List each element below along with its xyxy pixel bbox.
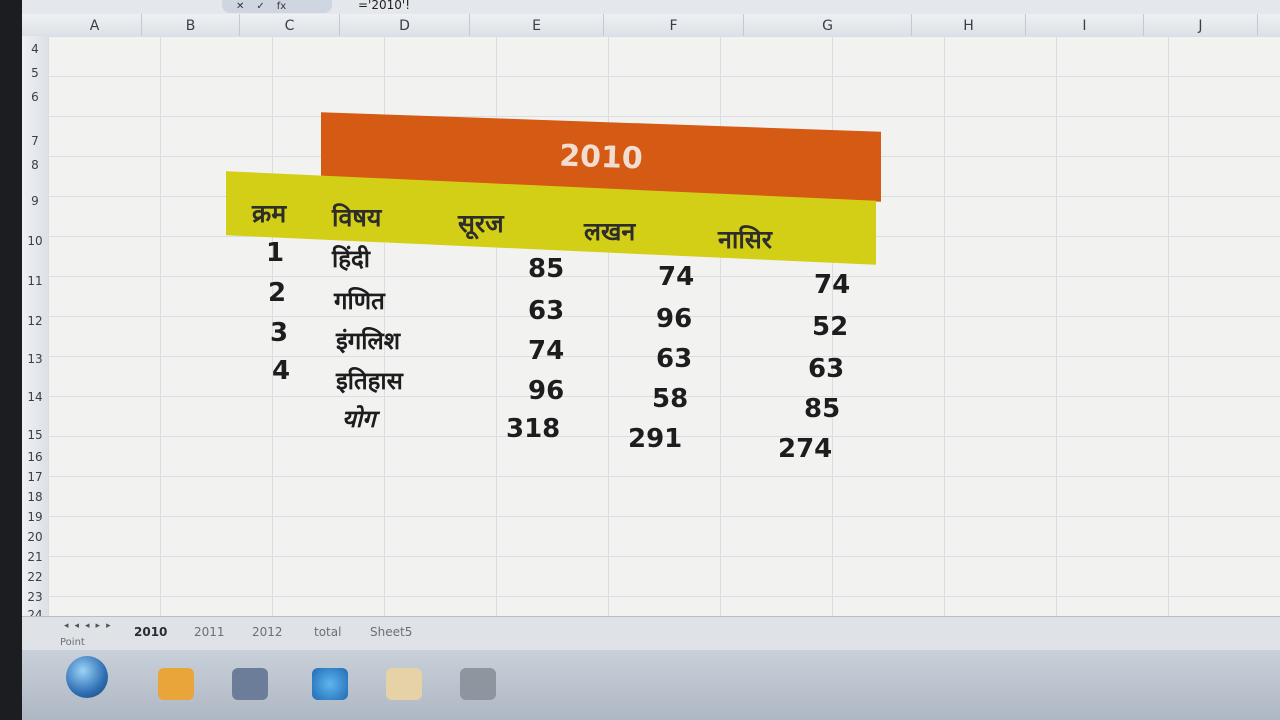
score-cell[interactable]: 85 <box>804 394 840 424</box>
serial-cell[interactable]: 2 <box>268 278 286 308</box>
row-header-14[interactable]: 14 <box>22 390 48 404</box>
score-cell[interactable]: 63 <box>528 296 564 326</box>
row-header-18[interactable]: 18 <box>22 490 48 504</box>
total-cell[interactable]: 318 <box>506 414 560 444</box>
row-header-11[interactable]: 11 <box>22 274 48 288</box>
score-cell[interactable]: 58 <box>652 384 688 414</box>
windows-taskbar <box>22 650 1280 720</box>
subject-cell[interactable]: इतिहास <box>336 364 403 397</box>
status-text: Point <box>60 637 85 648</box>
media-player-icon[interactable] <box>158 668 194 700</box>
row-header-10[interactable]: 10 <box>22 234 48 248</box>
score-cell[interactable]: 63 <box>808 354 844 384</box>
header-subject[interactable]: विषय <box>332 200 381 234</box>
subject-cell[interactable]: हिंदी <box>332 242 370 275</box>
formula-input[interactable]: ='2010'! <box>358 0 410 12</box>
formula-bar: ✕ ✓ fx ='2010'! <box>22 0 1280 15</box>
internet-explorer-icon[interactable] <box>312 668 348 700</box>
serial-cell[interactable]: 4 <box>272 356 290 386</box>
tab-sheet5[interactable]: Sheet5 <box>370 625 412 639</box>
folder-icon[interactable] <box>386 668 422 700</box>
row-header-5[interactable]: 5 <box>22 66 48 80</box>
row-header-4[interactable]: 4 <box>22 42 48 56</box>
column-header-d[interactable]: D <box>340 14 470 36</box>
total-cell[interactable]: 274 <box>778 434 832 464</box>
cancel-icon[interactable]: ✕ <box>236 1 244 12</box>
total-cell[interactable]: 291 <box>628 424 682 454</box>
row-header-16[interactable]: 16 <box>22 450 48 464</box>
row-header-13[interactable]: 13 <box>22 352 48 366</box>
column-header-b[interactable]: B <box>142 14 240 36</box>
column-headers: A B C D E F G H I J <box>22 14 1280 37</box>
row-header-22[interactable]: 22 <box>22 570 48 584</box>
subject-cell[interactable]: गणित <box>334 284 385 317</box>
sheet-tabs: ◂◂◂▸▸ Point 2010 2011 2012 total Sheet5 <box>22 616 1280 651</box>
column-header-j[interactable]: J <box>1144 14 1258 36</box>
score-cell[interactable]: 96 <box>528 376 564 406</box>
row-header-6[interactable]: 6 <box>22 90 48 104</box>
row-header-19[interactable]: 19 <box>22 510 48 524</box>
function-icon[interactable]: fx <box>277 1 286 12</box>
serial-cell[interactable]: 1 <box>266 238 284 268</box>
tab-2011[interactable]: 2011 <box>194 625 225 639</box>
app-icon[interactable] <box>232 668 268 700</box>
total-label-cell[interactable]: योग <box>342 402 376 435</box>
row-header-20[interactable]: 20 <box>22 530 48 544</box>
column-header-f[interactable]: F <box>604 14 744 36</box>
tab-total[interactable]: total <box>314 625 341 639</box>
column-header-i[interactable]: I <box>1026 14 1144 36</box>
column-header-a[interactable]: A <box>48 14 142 36</box>
tab-scroll-arrows-icon[interactable]: ◂◂◂▸▸ <box>64 621 117 631</box>
score-cell[interactable]: 52 <box>812 312 848 342</box>
column-header-e[interactable]: E <box>470 14 604 36</box>
column-header-g[interactable]: G <box>744 14 912 36</box>
score-cell[interactable]: 63 <box>656 344 692 374</box>
start-button-icon[interactable] <box>66 656 108 698</box>
formula-buttons: ✕ ✓ fx <box>222 0 332 13</box>
score-cell[interactable]: 74 <box>658 262 694 292</box>
subject-cell[interactable]: इंगलिश <box>336 324 400 357</box>
row-headers: 4 5 6 7 8 9 10 11 12 13 14 15 16 17 18 1… <box>22 36 49 636</box>
serial-cell[interactable]: 3 <box>270 318 288 348</box>
score-cell[interactable]: 85 <box>528 254 564 284</box>
row-header-23[interactable]: 23 <box>22 590 48 604</box>
score-cell[interactable]: 74 <box>528 336 564 366</box>
header-nasir[interactable]: नासिर <box>718 222 772 256</box>
row-header-9[interactable]: 9 <box>22 194 48 208</box>
tab-2012[interactable]: 2012 <box>252 625 283 639</box>
check-icon[interactable]: ✓ <box>256 1 264 12</box>
score-cell[interactable]: 74 <box>814 270 850 300</box>
tab-2010[interactable]: 2010 <box>134 625 167 639</box>
header-lakhan[interactable]: लखन <box>584 214 635 248</box>
column-header-h[interactable]: H <box>912 14 1026 36</box>
excel-window: ✕ ✓ fx ='2010'! A B C D E F G H I J 4 5 … <box>22 0 1280 720</box>
header-serial[interactable]: क्रम <box>252 196 286 230</box>
row-header-7[interactable]: 7 <box>22 134 48 148</box>
row-header-8[interactable]: 8 <box>22 158 48 172</box>
row-header-12[interactable]: 12 <box>22 314 48 328</box>
column-header-c[interactable]: C <box>240 14 340 36</box>
row-header-21[interactable]: 21 <box>22 550 48 564</box>
header-suraj[interactable]: सूरज <box>458 206 504 240</box>
row-header-15[interactable]: 15 <box>22 428 48 442</box>
row-header-17[interactable]: 17 <box>22 470 48 484</box>
score-cell[interactable]: 96 <box>656 304 692 334</box>
excel-icon[interactable] <box>460 668 496 700</box>
